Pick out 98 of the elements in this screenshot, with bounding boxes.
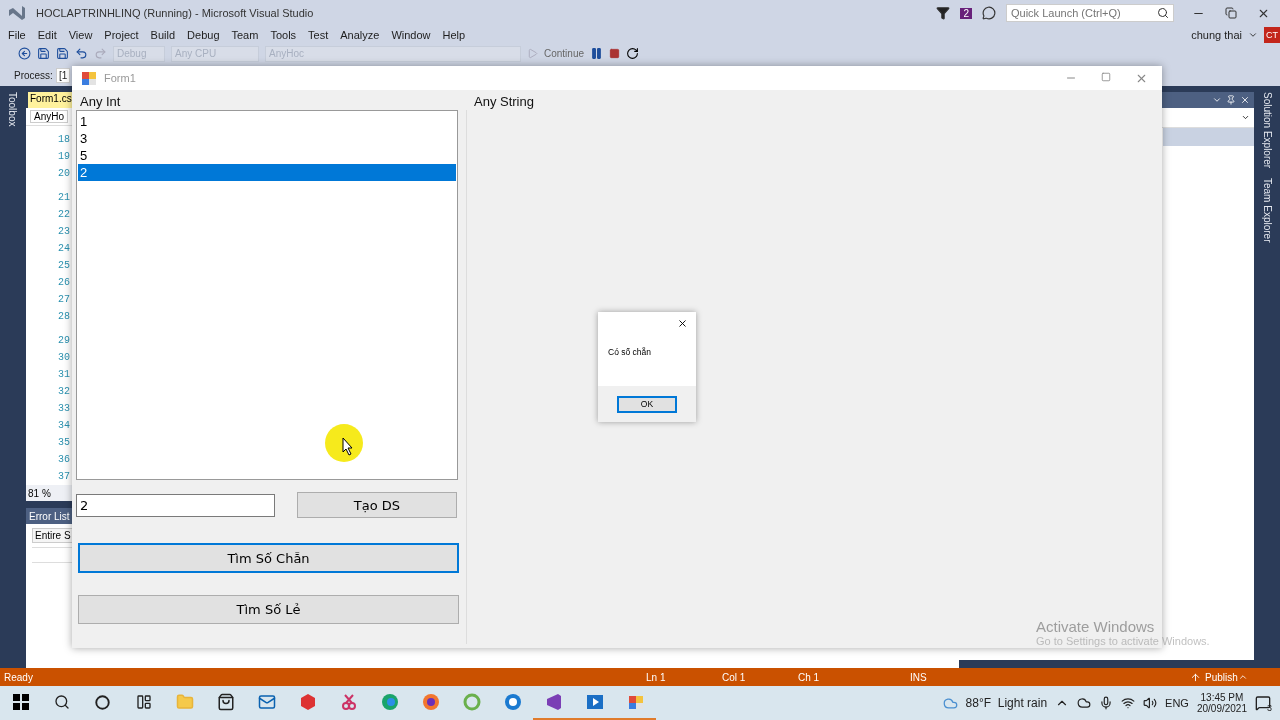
side-tab[interactable]: Solution Explorer: [1261, 92, 1273, 169]
save-icon[interactable]: [37, 47, 50, 60]
line-number: 18: [58, 133, 70, 147]
notification-badge[interactable]: 2: [960, 7, 972, 19]
line-number: 26: [58, 276, 70, 290]
menu-item[interactable]: Window: [387, 28, 439, 41]
process-combo[interactable]: [1: [55, 67, 71, 83]
continue-button[interactable]: Continue: [544, 48, 585, 59]
weather-text[interactable]: 88°F Light rain: [965, 696, 1048, 710]
close-icon[interactable]: [677, 318, 688, 329]
quick-launch-field[interactable]: Quick Launch (Ctrl+Q): [1006, 4, 1174, 22]
account-name[interactable]: chung thai: [1191, 28, 1242, 41]
list-item[interactable]: 1: [78, 113, 456, 130]
line-number: 22: [58, 208, 70, 222]
stop-icon[interactable]: [609, 48, 621, 59]
file-tab[interactable]: Form1.cs: [28, 92, 74, 108]
cloud-icon[interactable]: [1077, 696, 1092, 710]
menu-item[interactable]: Debug: [183, 28, 228, 41]
find-odd-button[interactable]: Tìm Số Lẻ: [78, 595, 459, 624]
scope-combo[interactable]: Entire S: [32, 528, 74, 543]
cursor-highlight-icon: [324, 423, 364, 465]
create-list-button[interactable]: Tạo DS: [297, 492, 457, 518]
menu-item[interactable]: View: [64, 28, 101, 41]
form-title: Form1: [104, 72, 136, 84]
line-number: 35: [58, 436, 70, 450]
char-indicator: Ch 1: [798, 671, 821, 683]
line-number: 30: [58, 351, 70, 365]
line-number: 31: [58, 368, 70, 382]
line-number: 28: [58, 310, 70, 324]
menu-item[interactable]: Test: [304, 28, 337, 41]
dropdown-icon[interactable]: [1212, 95, 1222, 105]
arrow-up-icon: [1190, 671, 1201, 683]
wifi-icon[interactable]: [1121, 696, 1136, 710]
member-combo[interactable]: AnyHo: [30, 110, 68, 123]
number-field[interactable]: 2: [76, 493, 275, 517]
language-indicator[interactable]: ENG: [1165, 697, 1189, 709]
menu-item[interactable]: Help: [438, 28, 474, 41]
menu-item[interactable]: Edit: [33, 28, 65, 41]
status-text: Ready: [4, 671, 34, 683]
zoom-level[interactable]: 81 %: [28, 487, 51, 499]
line-indicator: Ln 1: [646, 671, 667, 683]
toolbox-tab[interactable]: Toolbox: [7, 92, 19, 127]
line-number: 37: [58, 470, 70, 484]
message-text: Có số chẵn: [608, 347, 652, 357]
notification-icon[interactable]: [1255, 695, 1271, 711]
line-number: 23: [58, 225, 70, 239]
line-number: 20: [58, 167, 70, 181]
line-number: 29: [58, 334, 70, 348]
filter-icon[interactable]: [936, 6, 951, 20]
line-number: 19: [58, 150, 70, 164]
restart-icon[interactable]: [626, 47, 640, 60]
line-number: 21: [58, 191, 70, 205]
form-icon: [80, 69, 98, 87]
caret-icon[interactable]: [1241, 113, 1250, 122]
line-number: 27: [58, 293, 70, 307]
search-icon[interactable]: [1157, 7, 1169, 19]
int-list[interactable]: 1 3 5 2: [76, 110, 458, 480]
menu-item[interactable]: Project: [100, 28, 147, 41]
line-number: 32: [58, 385, 70, 399]
line-number: 36: [58, 453, 70, 467]
string-label: Any String: [474, 94, 535, 110]
list-item[interactable]: 3: [78, 130, 456, 147]
pause-icon[interactable]: [590, 47, 604, 60]
list-item[interactable]: 5: [78, 147, 456, 164]
menu-item[interactable]: File: [4, 28, 34, 41]
column-indicator: Col 1: [722, 671, 747, 683]
restore-icon[interactable]: [1225, 6, 1237, 20]
publish-button[interactable]: Publish: [1205, 671, 1238, 683]
mode-indicator: INS: [910, 671, 928, 683]
back-icon[interactable]: [18, 47, 31, 60]
side-tab[interactable]: Team Explorer: [1261, 178, 1273, 243]
line-number: 25: [58, 259, 70, 273]
menu-item[interactable]: Team: [227, 28, 267, 41]
find-even-button[interactable]: Tìm Số Chẵn: [78, 543, 459, 573]
window-title: HOCLAPTRINHLINQ (Running) - Microsoft Visual Studio: [36, 7, 314, 19]
menu-item[interactable]: Analyze: [336, 28, 388, 41]
caret-icon: [1237, 672, 1248, 682]
list-item[interactable]: 2: [78, 164, 456, 181]
account-avatar[interactable]: CT: [1264, 26, 1280, 43]
menu-item[interactable]: Tools: [266, 28, 305, 41]
save-all-icon[interactable]: [56, 47, 69, 60]
process-label: Process:: [14, 69, 53, 81]
activation-title: Activate Windows: [1036, 618, 1156, 635]
panel-title: Error List: [29, 510, 70, 522]
rain-cloud-icon: [942, 695, 958, 711]
pin-icon[interactable]: [1226, 95, 1236, 105]
volume-icon[interactable]: [1143, 696, 1158, 710]
microphone-icon[interactable]: [1099, 696, 1114, 710]
clock-date[interactable]: 20/09/2021: [1196, 703, 1247, 714]
clock-time[interactable]: 13:45 PM: [1200, 692, 1244, 703]
feedback-icon[interactable]: [982, 6, 996, 20]
menu-item[interactable]: Build: [146, 28, 184, 41]
line-number: 33: [58, 402, 70, 416]
undo-icon[interactable]: [75, 47, 88, 60]
line-number: 34: [58, 419, 70, 433]
line-number: 24: [58, 242, 70, 256]
ok-button[interactable]: OK: [617, 395, 677, 413]
list-label: Any Int: [80, 94, 122, 110]
